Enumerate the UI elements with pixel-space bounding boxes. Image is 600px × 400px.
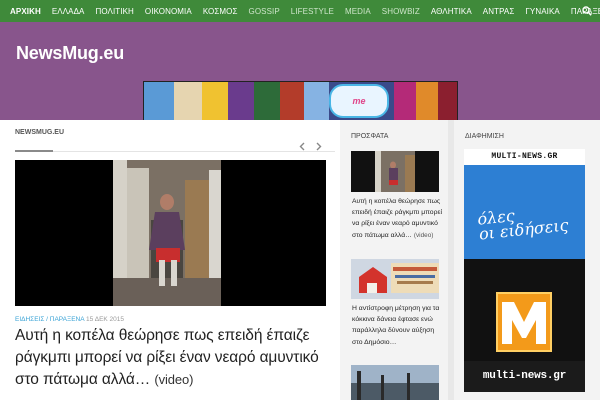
banner-tile-red <box>438 82 457 120</box>
banner-logo: me <box>329 84 389 118</box>
banner-tile-toy <box>202 82 228 120</box>
banner-tile-car <box>144 82 174 120</box>
banner-tile-cartoon <box>416 82 438 120</box>
article-category[interactable]: ΕΙΔΗΣΕΙΣ / ΠΑΡΑΞΕΝΑ <box>15 316 84 323</box>
recent-post-title[interactable]: Αυτή η κοπέλα θεώρησε πως επειδή έπαιζε … <box>352 196 446 241</box>
section-divider <box>15 151 335 152</box>
search-icon[interactable] <box>582 6 592 16</box>
nav-item-8[interactable]: SHOWBIZ <box>382 7 420 16</box>
recent-sidebar: ΠΡΟΣΦΑΤΑ Αυτή η κοπέλα θεώρησε πως επειδ… <box>340 120 448 400</box>
nav-item-4[interactable]: ΚΟΣΜΟΣ <box>203 7 238 16</box>
recent-thumb-image <box>351 365 439 400</box>
article-headline-tag[interactable]: (video) <box>154 372 193 387</box>
nav-item-3[interactable]: ΟΙΚΟΝΟΜΙΑ <box>145 7 192 16</box>
ad-top-text: MULTI-NEWS.GR <box>464 149 585 165</box>
page: ΑΡΧΙΚΗ ΕΛΛΑΔΑ ΠΟΛΙΤΙΚΗ ΟΙΚΟΝΟΜΙΑ ΚΟΣΜΟΣ GOSSI… <box>0 0 600 400</box>
nav-item-7[interactable]: MEDIA <box>345 7 371 16</box>
article-meta: ΕΙΔΗΣΕΙΣ / ΠΑΡΑΞΕΝΑ 15 ΔΕΚ 2015 <box>15 316 124 323</box>
recent-post-tag[interactable]: (video) <box>414 232 434 239</box>
nav-item-10[interactable]: ΑΝΤΡΑΣ <box>483 7 515 16</box>
recent-post-thumbnail[interactable] <box>351 151 439 192</box>
sidebar-ad[interactable]: MULTI-NEWS.GR όλες οι ειδήσεις multi-new… <box>464 149 585 392</box>
ads-title: ΔΙΑΦΗΜΙΣΗ <box>465 133 504 140</box>
nav-item-6[interactable]: LIFESTYLE <box>291 7 334 16</box>
breadcrumb[interactable]: NEWSMUG.EU <box>15 129 64 136</box>
nav-item-5[interactable]: GOSSIP <box>249 7 280 16</box>
site-title[interactable]: NewsMug.eu <box>16 43 124 64</box>
recent-post-title[interactable]: Η αντίστροφη μέτρηση για τα κόκκινα δάνε… <box>352 303 446 348</box>
recent-post-thumbnail[interactable] <box>351 365 439 400</box>
article-headline[interactable]: Αυτή η κοπέλα θεώρησε πως επειδή έπαιζε … <box>15 325 335 391</box>
video-frame <box>15 160 326 306</box>
section-divider-accent <box>15 150 53 152</box>
main-column: NEWSMUG.EU ΕΙΔΗΣΕΙΣ / ΠΑΡΑΞΕΝΑ 15 ΔΕΚ 20… <box>0 120 340 400</box>
top-navigation: ΑΡΧΙΚΗ ΕΛΛΑΔΑ ΠΟΛΙΤΙΚΗ ΟΙΚΟΝΟΜΙΑ ΚΟΣΜΟΣ GOSSI… <box>0 0 600 22</box>
ad-logo-mark <box>496 292 552 352</box>
chevron-right-icon[interactable] <box>314 142 323 151</box>
banner-tile-robot <box>280 82 304 120</box>
article-date: 15 ΔΕΚ 2015 <box>86 316 125 323</box>
recent-post-title-text[interactable]: Η αντίστροφη μέτρηση για τα κόκκινα δάνε… <box>352 305 439 346</box>
recent-title: ΠΡΟΣΦΑΤΑ <box>351 133 389 140</box>
banner-tile-girl <box>304 82 329 120</box>
site-header: NewsMug.eu me <box>0 22 600 121</box>
chevron-left-icon[interactable] <box>298 142 307 151</box>
header-banner-ad[interactable]: me <box>143 81 458 121</box>
featured-video[interactable] <box>15 160 326 306</box>
recent-thumb-image <box>375 151 415 192</box>
nav-item-11[interactable]: ΓΥΝΑΙΚΑ <box>525 7 559 16</box>
ads-sidebar: ΔΙΑΦΗΜΙΣΗ MULTI-NEWS.GR όλες οι ειδήσεις… <box>454 120 600 400</box>
ad-bottom-text: multi-news.gr <box>464 361 585 392</box>
recent-thumb-image <box>351 259 439 299</box>
banner-tile-warrior <box>254 82 280 120</box>
banner-tile-char <box>394 82 416 120</box>
recent-post-thumbnail[interactable] <box>351 259 439 299</box>
nav-item-2[interactable]: ΠΟΛΙΤΙΚΗ <box>95 7 133 16</box>
nav-item-0[interactable]: ΑΡΧΙΚΗ <box>10 7 41 16</box>
nav-item-1[interactable]: ΕΛΛΑΔΑ <box>52 7 85 16</box>
banner-tile-doll <box>174 82 202 120</box>
banner-tile-fantasy <box>228 82 254 120</box>
ad-logo-mark-icon <box>502 302 546 344</box>
nav-item-9[interactable]: ΑΘΛΗΤΙΚΑ <box>431 7 472 16</box>
